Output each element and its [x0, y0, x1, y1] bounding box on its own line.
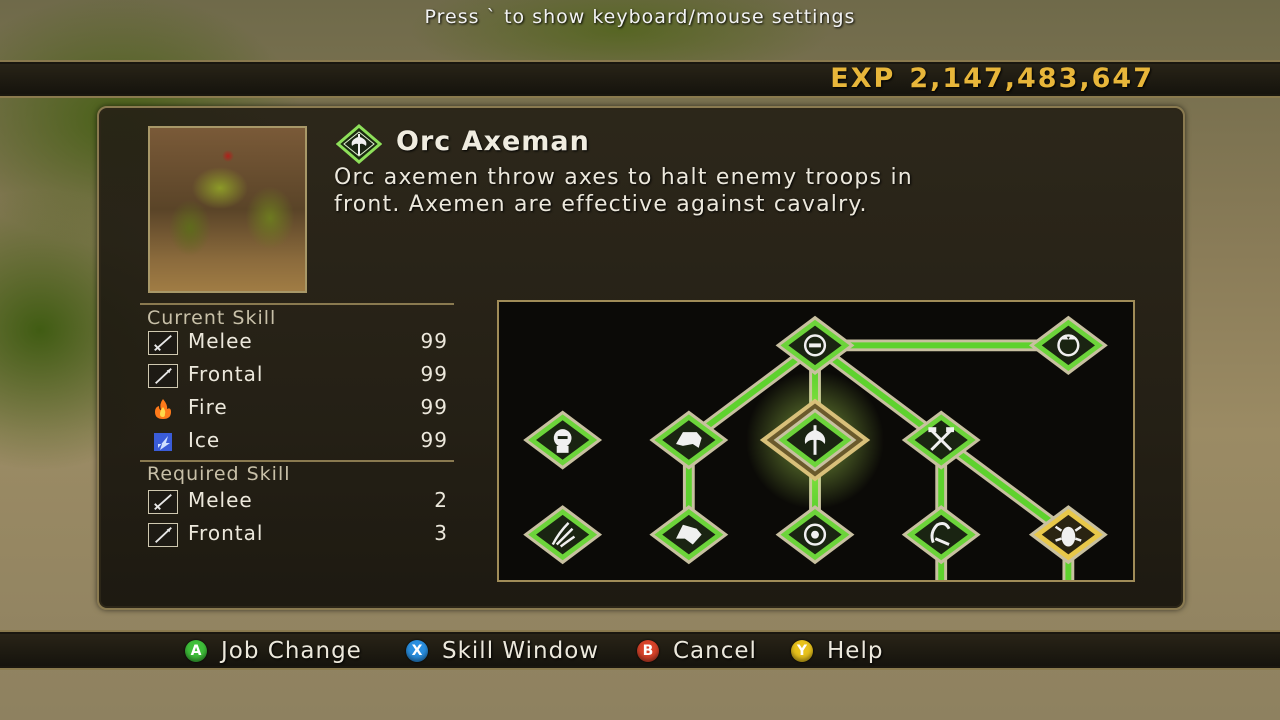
- exp-label: EXP: [830, 63, 896, 94]
- unit-description-line-1: Orc axemen throw axes to halt enemy troo…: [334, 165, 913, 190]
- current-skill-fire: Fire 99: [148, 395, 448, 423]
- job-node-wolf-knight[interactable]: [649, 505, 729, 565]
- y-button-icon: Y: [791, 640, 813, 662]
- section-divider: [140, 303, 454, 305]
- exp-display: EXP 2,147,483,647: [830, 62, 1154, 96]
- fire-icon: [155, 399, 171, 419]
- current-skill-frontal: Frontal 99: [148, 362, 448, 390]
- skill-value: 99: [420, 329, 448, 353]
- a-button-icon: A: [185, 640, 207, 662]
- unit-description: Orc axemen throw axes to halt enemy troo…: [334, 164, 1134, 218]
- current-skill-heading: Current Skill: [147, 307, 277, 329]
- required-skill-melee: Melee 2: [148, 488, 448, 516]
- skill-value: 2: [434, 488, 448, 512]
- job-tree: [497, 300, 1135, 582]
- prompt-label: Cancel: [673, 638, 757, 664]
- job-node-scorpion[interactable]: [901, 505, 981, 565]
- required-skill-frontal: Frontal 3: [148, 521, 448, 549]
- section-divider: [140, 460, 454, 462]
- skill-name: Fire: [188, 395, 228, 419]
- x-button-icon: X: [406, 640, 428, 662]
- skill-name: Frontal: [188, 362, 264, 386]
- skill-value: 99: [420, 428, 448, 452]
- job-node-orc-soldier[interactable]: [523, 410, 603, 470]
- keyboard-settings-hint: Press ` to show keyboard/mouse settings: [424, 6, 856, 28]
- unit-description-line-2: front. Axemen are effective against cava…: [334, 192, 868, 217]
- sword-icon: [148, 331, 178, 355]
- exp-value: 2,147,483,647: [909, 63, 1154, 94]
- skill-value: 99: [420, 362, 448, 386]
- spear-icon: [148, 523, 178, 547]
- prompt-label: Help: [827, 638, 884, 664]
- skill-name: Frontal: [188, 521, 264, 545]
- skill-value: 3: [434, 521, 448, 545]
- unit-name: Orc Axeman: [396, 126, 590, 157]
- skill-value: 99: [420, 395, 448, 419]
- skill-name: Melee: [188, 488, 253, 512]
- spear-icon: [148, 364, 178, 388]
- skill-name: Ice: [188, 428, 221, 452]
- button-prompt-bar: A Job Change X Skill Window B Cancel Y H…: [0, 632, 1280, 670]
- current-skill-melee: Melee 99: [148, 329, 448, 357]
- job-node-orc-shaman[interactable]: [523, 505, 603, 565]
- job-node-orc-berserker[interactable]: [775, 505, 855, 565]
- prompt-label: Skill Window: [442, 638, 600, 664]
- ice-icon: [154, 433, 172, 451]
- current-skill-ice: Ice 99: [148, 428, 448, 456]
- prompt-label: Job Change: [221, 638, 362, 664]
- skill-name: Melee: [188, 329, 253, 353]
- required-skill-heading: Required Skill: [147, 463, 291, 485]
- unit-portrait: [148, 126, 307, 293]
- sword-icon: [148, 490, 178, 514]
- b-button-icon: B: [637, 640, 659, 662]
- job-node-orc-king[interactable]: [1028, 315, 1108, 375]
- axe-icon: [336, 124, 382, 164]
